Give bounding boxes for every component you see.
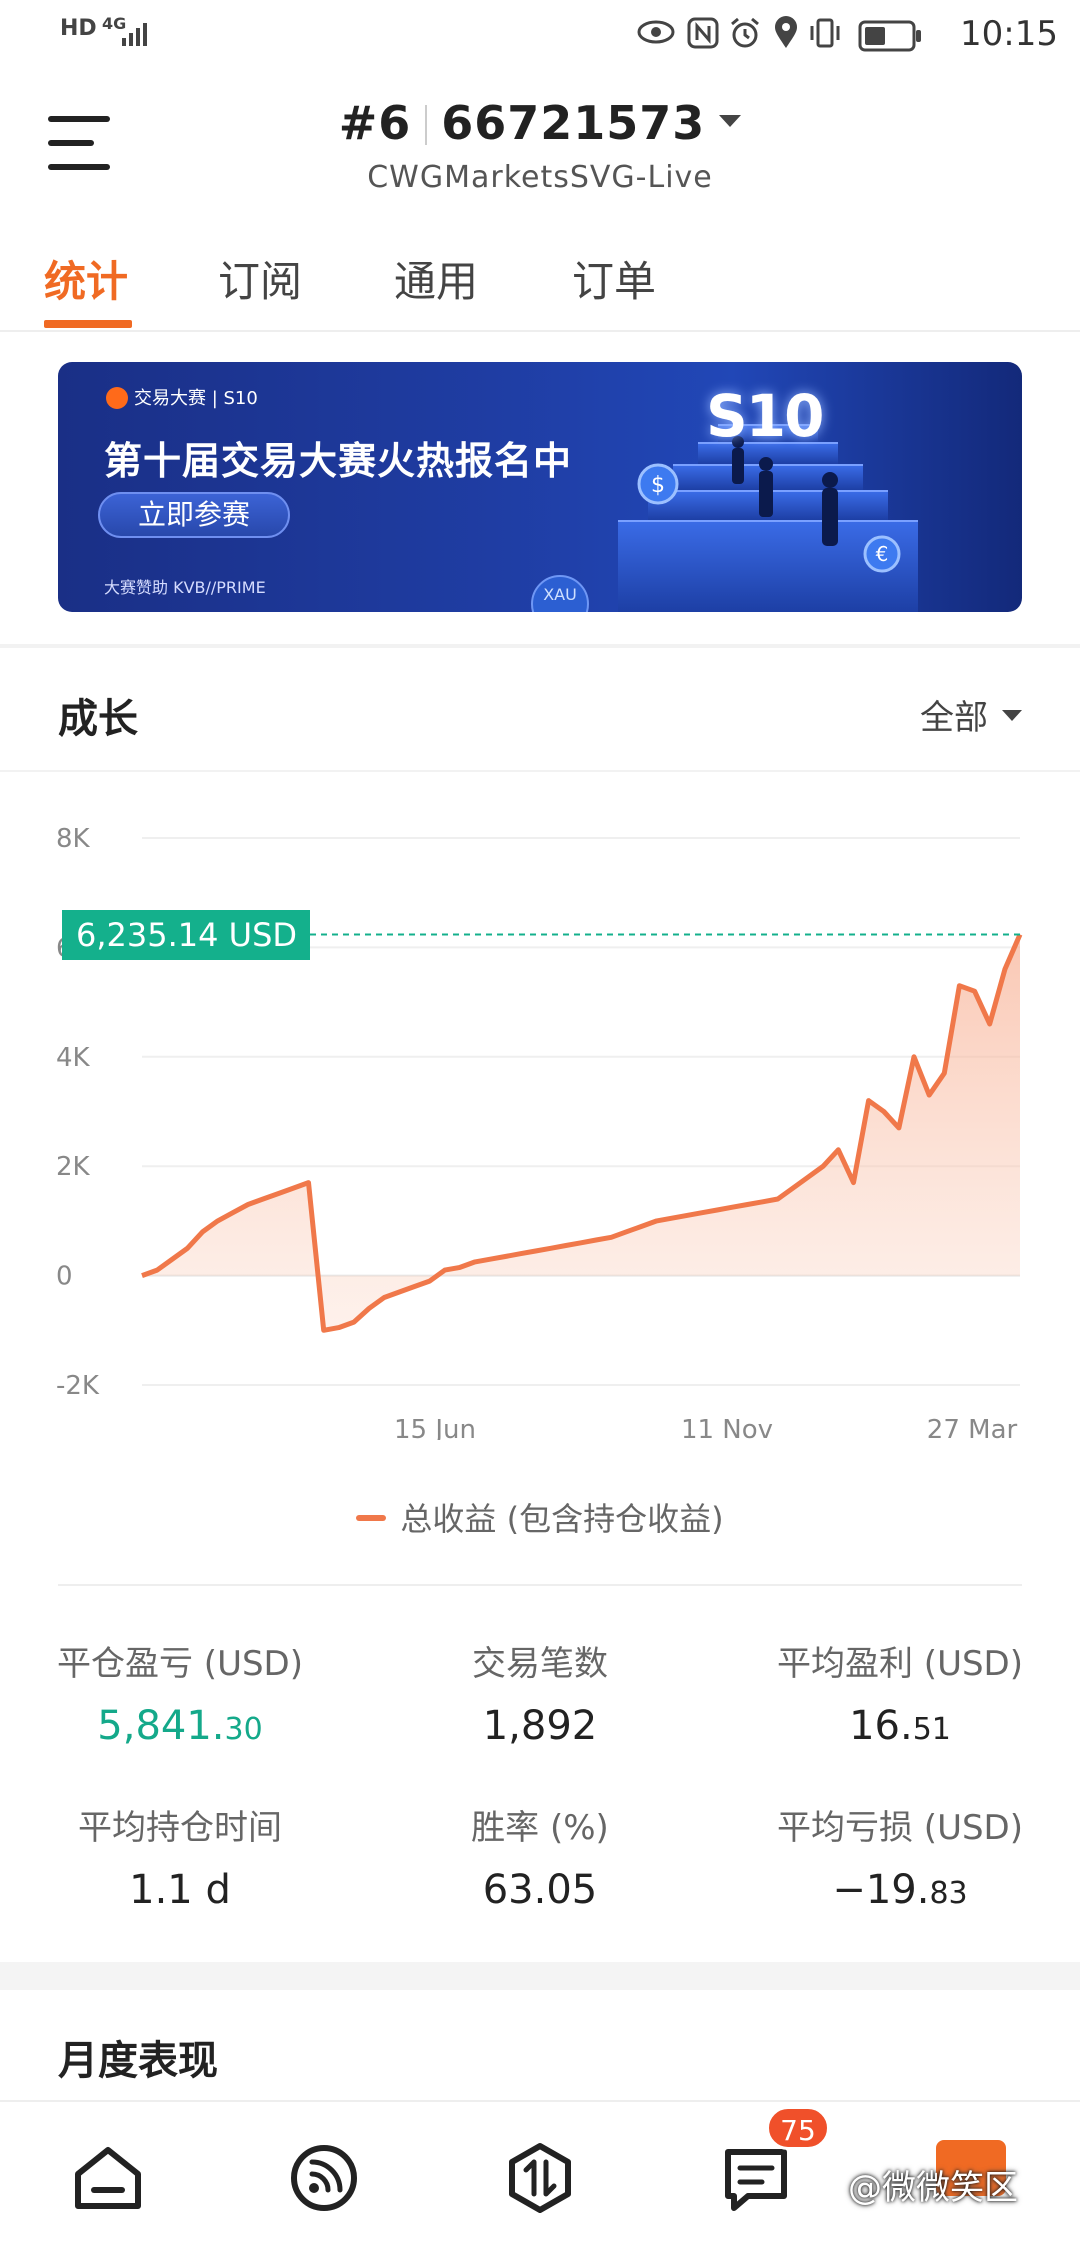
tab-statistics[interactable]: 统计 bbox=[44, 248, 128, 309]
contest-banner[interactable]: $ € XAU 交易大赛 | S10 S10 第十届交易大赛火热报名中 立即参赛… bbox=[58, 362, 1022, 612]
stat-value: 1,892 bbox=[482, 1703, 598, 1749]
banner-brand: 交易大赛 | S10 bbox=[106, 384, 258, 410]
alarm-icon bbox=[731, 17, 759, 48]
stat-avg-loss: 平均亏损 (USD) −19.83 bbox=[720, 1800, 1080, 1913]
stat-value: 1.1 d bbox=[129, 1867, 231, 1913]
s10-badge: S10 bbox=[706, 382, 824, 450]
banner-headline: 第十届交易大赛火热报名中 bbox=[104, 439, 573, 483]
trade-icon[interactable] bbox=[500, 2138, 580, 2218]
signal-icon bbox=[122, 23, 147, 46]
tab-general[interactable]: 通用 bbox=[394, 248, 478, 309]
tab-bar: 统计 订阅 通用 订单 bbox=[0, 240, 1080, 332]
x-tick-label: 27 Mar bbox=[927, 1415, 1018, 1440]
server-name: CWGMarketsSVG-Live bbox=[367, 160, 713, 195]
clock: 10:15 bbox=[960, 14, 1058, 54]
stat-win-rate: 胜率 (%) 63.05 bbox=[360, 1800, 720, 1913]
app-screen: HD 4G 10:15 #6 66721573 CWGMarketsSVG-Li… bbox=[0, 0, 1080, 2244]
stats-divider bbox=[58, 1584, 1022, 1586]
svg-text:€: € bbox=[876, 542, 889, 566]
legend-swatch bbox=[356, 1515, 387, 1521]
period-filter[interactable]: 全部 bbox=[920, 690, 1022, 739]
monthly-performance-title: 月度表现 bbox=[58, 2038, 218, 2084]
y-tick-label: 8K bbox=[56, 824, 91, 854]
svg-text:XAU: XAU bbox=[543, 585, 577, 604]
battery-icon bbox=[858, 20, 921, 52]
x-tick-label: 11 Nov bbox=[681, 1415, 773, 1440]
messages-icon[interactable] bbox=[716, 2138, 796, 2218]
signals-icon[interactable] bbox=[284, 2138, 364, 2218]
xau-coin-icon: XAU bbox=[531, 575, 589, 612]
banner-sponsor: 大赛赞助 KVB//PRIME bbox=[104, 578, 266, 597]
tab-subscriptions[interactable]: 订阅 bbox=[218, 248, 302, 309]
dollar-coin-icon: $ bbox=[637, 463, 679, 505]
caret-down-icon bbox=[1002, 710, 1022, 721]
join-contest-button[interactable]: 立即参赛 bbox=[98, 492, 290, 538]
y-tick-label: -2K bbox=[56, 1371, 100, 1401]
hd-badge: HD bbox=[60, 16, 97, 41]
stat-value: 63.05 bbox=[482, 1867, 598, 1913]
stat-trade-count: 交易笔数 1,892 bbox=[360, 1636, 720, 1749]
euro-coin-icon: € bbox=[863, 535, 901, 573]
eye-icon bbox=[637, 20, 675, 44]
y-tick-label: 4K bbox=[56, 1043, 91, 1073]
vibrate-icon bbox=[810, 18, 840, 48]
current-value-label: 6,235.14 USD bbox=[62, 909, 310, 960]
section-spacer bbox=[0, 1962, 1080, 1990]
stat-value: −19.83 bbox=[832, 1867, 968, 1913]
growth-chart[interactable]: 8K6K4K2K0-2K15 Jun11 Nov27 Mar bbox=[0, 780, 1080, 1440]
y-tick-label: 2K bbox=[56, 1152, 91, 1182]
brand-logo-icon bbox=[106, 387, 128, 409]
stat-avg-hold-time: 平均持仓时间 1.1 d bbox=[0, 1800, 360, 1913]
status-bar: HD 4G 10:15 bbox=[0, 0, 1080, 72]
x-tick-label: 15 Jun bbox=[394, 1415, 476, 1440]
account-switcher[interactable]: #6 66721573 bbox=[0, 96, 1080, 150]
stat-closed-pnl: 平仓盈亏 (USD) 5,841.30 bbox=[0, 1636, 360, 1749]
messages-badge: 75 bbox=[766, 2106, 830, 2150]
svg-text:$: $ bbox=[651, 473, 665, 498]
location-icon bbox=[775, 16, 797, 48]
account-rank: #6 bbox=[338, 96, 412, 150]
stat-avg-profit: 平均盈利 (USD) 16.51 bbox=[720, 1636, 1080, 1749]
section-divider bbox=[0, 770, 1080, 772]
caret-down-icon bbox=[719, 115, 742, 127]
home-icon[interactable] bbox=[68, 2138, 148, 2218]
growth-title: 成长 bbox=[58, 696, 138, 742]
area-fill bbox=[142, 934, 1020, 1331]
active-tab-indicator bbox=[44, 320, 132, 328]
tab-orders[interactable]: 订单 bbox=[572, 248, 656, 309]
y-tick-label: 0 bbox=[56, 1262, 73, 1292]
nfc-icon bbox=[687, 17, 719, 49]
account-number: 66721573 bbox=[441, 96, 706, 150]
section-divider bbox=[0, 644, 1080, 648]
chart-legend[interactable]: 总收益 (包含持仓收益) bbox=[0, 1494, 1080, 1540]
stat-value: 16.51 bbox=[849, 1703, 951, 1749]
watermark: @微微笑区 bbox=[848, 2168, 1018, 2208]
stat-value: 5,841.30 bbox=[97, 1703, 263, 1749]
